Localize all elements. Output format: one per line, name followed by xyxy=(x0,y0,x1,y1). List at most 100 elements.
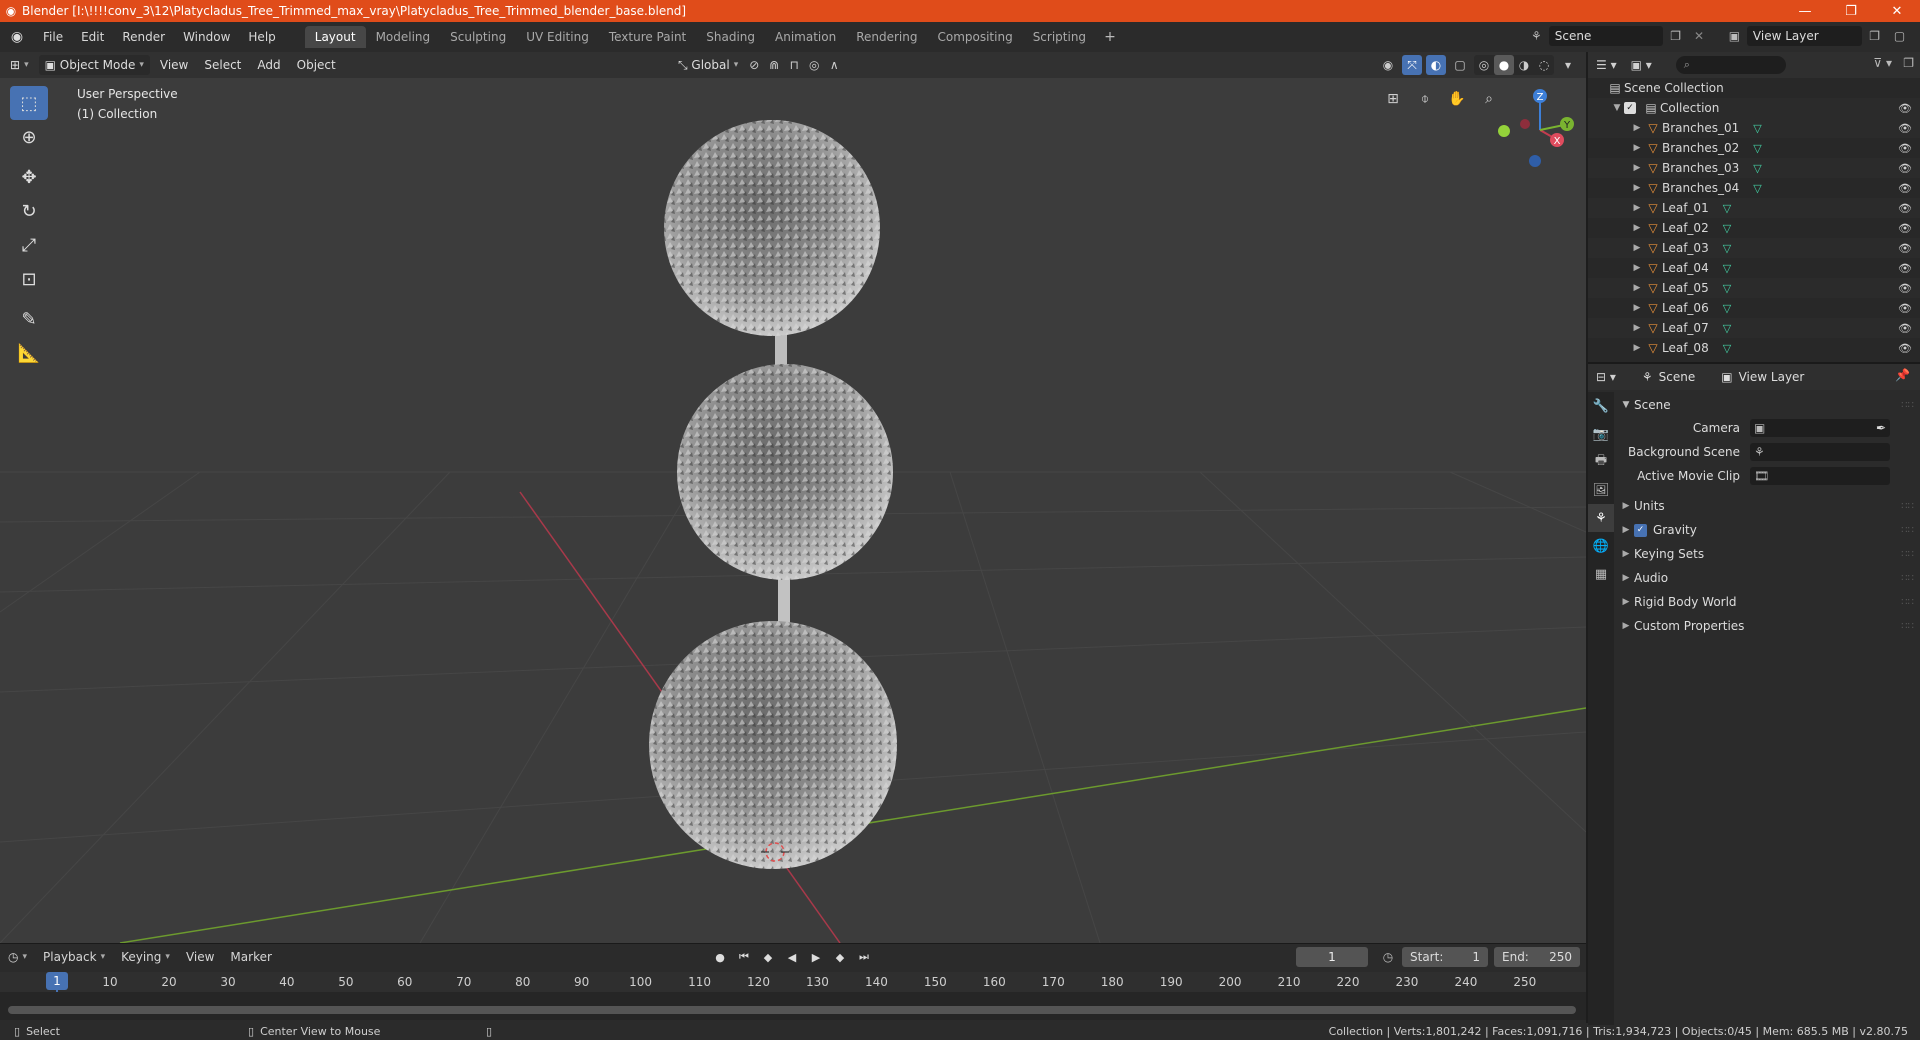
pivot-icon[interactable]: ⊘ xyxy=(744,55,764,75)
add-workspace-icon[interactable]: + xyxy=(1096,29,1124,45)
expand-object-icon[interactable]: ▶ xyxy=(1630,143,1644,153)
collection-row[interactable]: ▼ ✓ ▤ Collection 👁 xyxy=(1588,98,1920,118)
collection-checkbox[interactable]: ✓ xyxy=(1624,102,1636,114)
tab-animation[interactable]: Animation xyxy=(765,26,846,48)
play-reverse-icon[interactable]: ◀ xyxy=(782,947,802,967)
mesh-data-icon[interactable]: ▽ xyxy=(1723,322,1731,335)
tab-scripting[interactable]: Scripting xyxy=(1023,26,1096,48)
outliner-object-row[interactable]: ▶ ▽ Leaf_06 ▽ 👁 xyxy=(1588,298,1920,318)
expand-object-icon[interactable]: ▶ xyxy=(1630,343,1644,353)
menu-edit[interactable]: Edit xyxy=(72,22,113,52)
tab-uv-editing[interactable]: UV Editing xyxy=(516,26,599,48)
record-icon[interactable]: ● xyxy=(710,947,730,967)
tab-shading[interactable]: Shading xyxy=(696,26,765,48)
expand-object-icon[interactable]: ▶ xyxy=(1630,163,1644,173)
gizmo-toggle-icon[interactable]: ⤧ xyxy=(1402,55,1422,75)
rigid-body-world-panel[interactable]: ▶ Rigid Body World ∷∷ xyxy=(1618,590,1918,614)
view-layer-name-field[interactable]: View Layer xyxy=(1746,26,1863,46)
remove-view-layer-icon[interactable]: ▢ xyxy=(1887,29,1912,43)
gravity-panel[interactable]: ▶ ✓ Gravity ∷∷ xyxy=(1618,518,1918,542)
transform-icon[interactable]: ⊡ xyxy=(10,262,48,296)
timeline-menu-view[interactable]: View xyxy=(178,950,222,964)
outliner-object-row[interactable]: ▶ ▽ Leaf_02 ▽ 👁 xyxy=(1588,218,1920,238)
pin-icon[interactable]: 📌 xyxy=(1895,368,1910,382)
mesh-data-icon[interactable]: ▽ xyxy=(1753,162,1761,175)
outliner-object-row[interactable]: ▶ ▽ Leaf_05 ▽ 👁 xyxy=(1588,278,1920,298)
timeline-menu-keying[interactable]: Keying ▾ xyxy=(113,950,178,964)
visibility-eye-icon[interactable]: 👁 xyxy=(1898,322,1912,335)
tool-tab-icon[interactable]: 🔧 xyxy=(1588,392,1614,420)
outliner-object-row[interactable]: ▶ ▽ Leaf_04 ▽ 👁 xyxy=(1588,258,1920,278)
mesh-data-icon[interactable]: ▽ xyxy=(1723,262,1731,275)
blender-menu-icon[interactable]: ◉ xyxy=(0,22,34,52)
outliner-object-row[interactable]: ▶ ▽ Leaf_07 ▽ 👁 xyxy=(1588,318,1920,338)
viewport-menu-select[interactable]: Select xyxy=(198,55,247,75)
mesh-data-icon[interactable]: ▽ xyxy=(1753,122,1761,135)
timeline-menu-marker[interactable]: Marker xyxy=(222,950,279,964)
snap-target-icon[interactable]: ⊓ xyxy=(784,55,804,75)
orientation-dropdown[interactable]: ⤡ Global ▾ xyxy=(672,55,744,75)
scene-icon[interactable]: ⚘ xyxy=(1524,29,1549,43)
view-layer-tab-icon[interactable]: 🖼 xyxy=(1588,476,1614,504)
tab-modeling[interactable]: Modeling xyxy=(366,26,441,48)
camera-field[interactable]: ▣ ✒ xyxy=(1750,419,1890,437)
mesh-data-icon[interactable]: ▽ xyxy=(1723,342,1731,355)
units-panel[interactable]: ▶ Units ∷∷ xyxy=(1618,494,1918,518)
solid-shading-icon[interactable]: ● xyxy=(1494,55,1514,75)
texture-tab-icon[interactable]: ▦ xyxy=(1588,560,1614,588)
mesh-data-icon[interactable]: ▽ xyxy=(1723,242,1731,255)
annotate-icon[interactable]: ✎ xyxy=(10,302,48,336)
scene-panel-header[interactable]: ▼ Scene ∷∷ xyxy=(1618,394,1918,416)
proportional-edit-icon[interactable]: ◎ xyxy=(804,55,824,75)
gravity-checkbox[interactable]: ✓ xyxy=(1634,523,1647,537)
scene-name-field[interactable]: Scene xyxy=(1548,26,1664,46)
outliner-object-row[interactable]: ▶ ▽ Leaf_08 ▽ 👁 xyxy=(1588,338,1920,358)
scene-context-tab[interactable]: ⚘ Scene xyxy=(1642,370,1695,384)
editor-type-icon[interactable]: ⊞ ▾ xyxy=(4,55,35,75)
units-drag-handle-icon[interactable]: ∷∷ xyxy=(1901,501,1914,512)
expand-object-icon[interactable]: ▶ xyxy=(1630,303,1644,313)
expand-object-icon[interactable]: ▶ xyxy=(1630,243,1644,253)
maximize-button[interactable]: ❐ xyxy=(1828,0,1874,22)
new-scene-icon[interactable]: ❐ xyxy=(1663,29,1688,43)
menu-render[interactable]: Render xyxy=(113,22,174,52)
remove-scene-icon[interactable]: ✕ xyxy=(1694,29,1704,43)
expand-object-icon[interactable]: ▶ xyxy=(1630,183,1644,193)
play-icon[interactable]: ▶ xyxy=(806,947,826,967)
mesh-data-icon[interactable]: ▽ xyxy=(1723,222,1731,235)
render-tab-icon[interactable]: 📷 xyxy=(1588,420,1614,448)
view-layer-icon[interactable]: ▣ xyxy=(1722,29,1747,43)
expand-object-icon[interactable]: ▶ xyxy=(1630,123,1644,133)
falloff-icon[interactable]: ∧ xyxy=(824,55,844,75)
outliner-object-row[interactable]: ▶ ▽ Branches_01 ▽ 👁 xyxy=(1588,118,1920,138)
visibility-eye-icon[interactable]: 👁 xyxy=(1898,182,1912,195)
keying-sets-panel[interactable]: ▶ Keying Sets ∷∷ xyxy=(1618,542,1918,566)
tab-texture-paint[interactable]: Texture Paint xyxy=(599,26,696,48)
visibility-eye-icon[interactable]: 👁 xyxy=(1898,142,1912,155)
mesh-data-icon[interactable]: ▽ xyxy=(1723,282,1731,295)
outliner-object-row[interactable]: ▶ ▽ Leaf_03 ▽ 👁 xyxy=(1588,238,1920,258)
playhead-frame-indicator[interactable]: 1 xyxy=(46,972,68,990)
tab-layout[interactable]: Layout xyxy=(304,26,366,48)
prev-keyframe-icon[interactable]: ◆ xyxy=(758,947,778,967)
outliner-object-row[interactable]: ▶ ▽ Branches_02 ▽ 👁 xyxy=(1588,138,1920,158)
visibility-eye-icon[interactable]: 👁 xyxy=(1898,222,1912,235)
visibility-eye-icon[interactable]: 👁 xyxy=(1898,302,1912,315)
overlays-toggle-icon[interactable]: ◐ xyxy=(1426,55,1446,75)
expand-object-icon[interactable]: ▶ xyxy=(1630,223,1644,233)
measure-icon[interactable]: 📐 xyxy=(10,336,48,370)
visibility-eye-icon[interactable]: 👁 xyxy=(1898,242,1912,255)
camera-view-icon[interactable]: ⌽ xyxy=(1412,86,1438,112)
active-movie-clip-field[interactable]: 🎞 xyxy=(1750,467,1890,485)
viewport-menu-view[interactable]: View xyxy=(154,55,194,75)
start-frame-field[interactable]: Start: 1 xyxy=(1402,947,1488,967)
expand-object-icon[interactable]: ▶ xyxy=(1630,283,1644,293)
new-collection-icon[interactable]: ❐ xyxy=(1903,56,1914,70)
visibility-eye-icon[interactable]: 👁 xyxy=(1898,262,1912,275)
view-layer-context-tab[interactable]: ▣ View Layer xyxy=(1721,370,1804,384)
scale-icon[interactable]: ⤢ xyxy=(10,228,48,262)
visibility-eye-icon[interactable]: 👁 xyxy=(1898,202,1912,215)
jump-end-icon[interactable]: ⏭ xyxy=(854,947,874,967)
current-frame-field[interactable]: 1 xyxy=(1296,947,1368,967)
minimize-button[interactable]: — xyxy=(1782,0,1828,22)
